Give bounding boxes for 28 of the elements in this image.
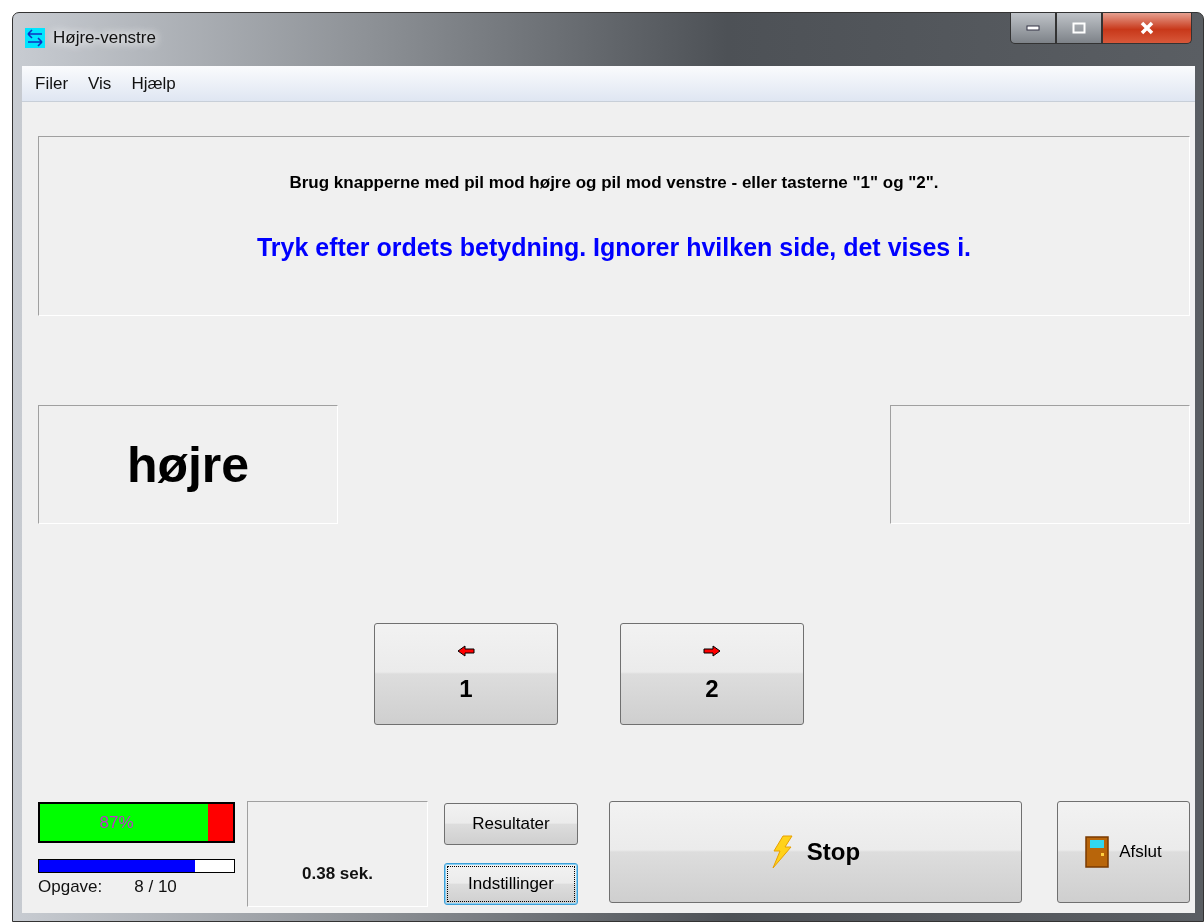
task-label: Opgave: <box>38 877 103 897</box>
lightning-icon <box>770 835 793 869</box>
dialog-button[interactable]: Resultater <box>444 803 578 845</box>
close-icon <box>1139 21 1155 35</box>
score-percent: 87% <box>98 813 135 833</box>
window-title: Højre-venstre <box>53 27 156 48</box>
door-icon <box>1085 836 1110 868</box>
task-text: Tryk efter ordets betydning. Ignorer hvilken side, det vises i. <box>256 233 972 262</box>
stimulus-word: højre <box>126 435 250 494</box>
menu-item[interactable]: Hjælp <box>124 73 183 94</box>
right-arrow-icon <box>703 645 721 657</box>
stop-button[interactable]: Stop <box>609 801 1022 903</box>
instruction-text: Brug knapperne med pil mod højre og pil mod venstre - eller tasterne "1" og "2". <box>289 173 939 193</box>
minimize-icon <box>1025 24 1041 32</box>
maximize-button[interactable] <box>1056 13 1102 44</box>
menu-item[interactable]: Vis <box>81 73 119 94</box>
minimize-button[interactable] <box>1010 13 1056 44</box>
exit-button[interactable]: Afslut <box>1057 801 1190 903</box>
response-time: 0.38 sek. <box>302 864 373 884</box>
task-count: 8 / 10 <box>134 877 177 897</box>
maximize-icon <box>1072 22 1086 34</box>
swap-arrows-icon <box>25 27 45 48</box>
menu-item[interactable]: Filer <box>28 73 76 94</box>
left-arrow-icon <box>457 645 475 657</box>
left-answer-button[interactable]: 1 <box>374 623 558 725</box>
right-answer-button[interactable]: 2 <box>620 623 804 725</box>
dialog-button[interactable]: Indstillinger <box>444 863 578 905</box>
close-button[interactable] <box>1102 13 1192 44</box>
